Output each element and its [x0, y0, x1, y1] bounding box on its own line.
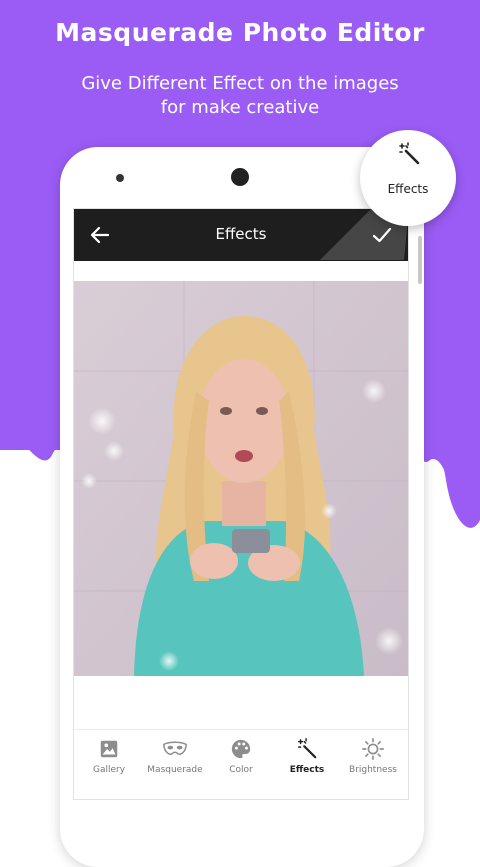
tool-label: Effects — [289, 765, 325, 775]
promo-headline: Masquerade Photo Editor — [55, 18, 425, 47]
edited-photo — [74, 281, 408, 676]
callout-label: Effects — [387, 182, 429, 196]
tool-label: Brightness — [349, 765, 397, 775]
tool-color[interactable]: Color — [208, 738, 274, 798]
check-icon — [372, 227, 392, 243]
tool-label: Masquerade — [147, 765, 203, 775]
phone-side-button — [418, 236, 422, 284]
palette-icon — [231, 739, 251, 759]
tool-masquerade[interactable]: Masquerade — [142, 738, 208, 798]
app-bar-title: Effects — [215, 225, 267, 243]
bottom-toolbar: Gallery Masquerade Color Effects Brightn… — [74, 729, 408, 799]
tool-gallery[interactable]: Gallery — [76, 738, 142, 798]
magic-wand-icon — [298, 738, 317, 759]
tool-effects[interactable]: Effects — [274, 738, 340, 798]
done-button[interactable] — [370, 223, 394, 247]
phone-camera — [231, 168, 249, 186]
app-bar: Effects — [74, 209, 408, 261]
promo-subline-line-2: for make creative — [160, 97, 320, 118]
tool-label: Gallery — [92, 765, 126, 775]
photo-preview[interactable] — [74, 281, 408, 676]
effects-callout-badge[interactable]: Effects — [360, 130, 456, 226]
mask-icon — [163, 741, 187, 755]
tool-label: Color — [229, 765, 253, 775]
app-screen: Effects Gallery Masquerade Color Effects… — [73, 208, 409, 800]
magic-wand-icon — [399, 142, 420, 165]
sun-icon — [362, 738, 384, 760]
phone-sensor — [116, 174, 124, 182]
image-icon — [100, 740, 118, 758]
tool-brightness[interactable]: Brightness — [340, 738, 406, 798]
promo-subline: Give Different Effect on the images for … — [40, 72, 440, 120]
promo-subline-line-1: Give Different Effect on the images — [81, 73, 399, 94]
